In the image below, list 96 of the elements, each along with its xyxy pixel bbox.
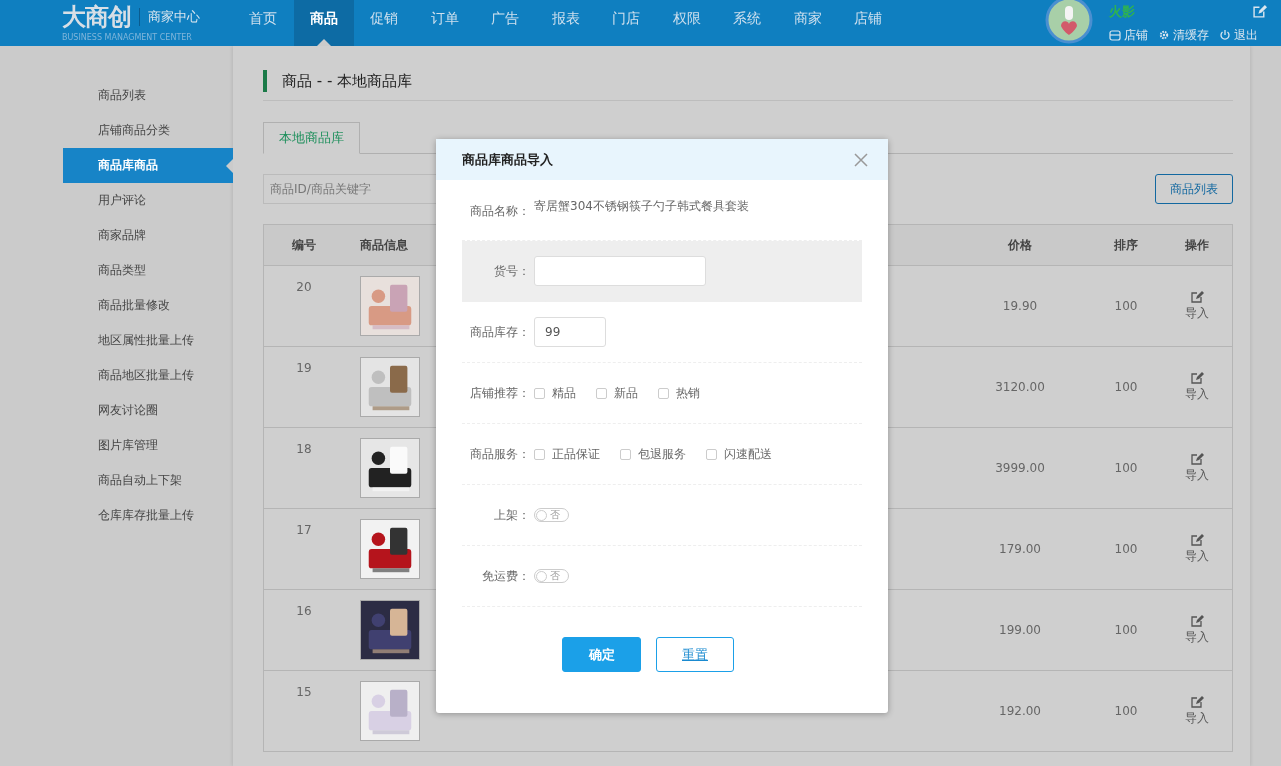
- column-header: 操作: [1185, 236, 1209, 254]
- sidebar-item[interactable]: 商品地区批量上传: [63, 358, 233, 393]
- sidebar-item[interactable]: 商家品牌: [63, 218, 233, 253]
- field-label: 商品库存：: [469, 323, 531, 341]
- edit-icon: [1190, 452, 1204, 465]
- table-cell: 19.90: [1002, 299, 1038, 313]
- store-icon: [1109, 29, 1121, 41]
- checkbox[interactable]: 闪速配送: [706, 445, 772, 463]
- tagline: BUSINESS MANAGMENT CENTER: [62, 32, 193, 42]
- nav-tab[interactable]: 商家: [777, 0, 838, 46]
- nav-tab[interactable]: 首页: [233, 0, 294, 46]
- table-cell: 18: [296, 442, 312, 456]
- table-cell: 16: [296, 604, 312, 618]
- table-cell: 19: [296, 361, 312, 375]
- table-cell: 3999.00: [995, 461, 1045, 475]
- checkbox[interactable]: 热销: [658, 384, 700, 402]
- header-link[interactable]: 店铺: [1109, 26, 1148, 44]
- table-cell: 192.00: [999, 704, 1041, 718]
- nav-tab[interactable]: 权限: [656, 0, 717, 46]
- table-cell: 100: [1114, 461, 1138, 475]
- sidebar-item[interactable]: 网友讨论圈: [63, 393, 233, 428]
- user-name: 火影: [1109, 2, 1135, 21]
- sidebar-item[interactable]: 商品库商品: [63, 148, 233, 183]
- import-link[interactable]: 导入: [1185, 371, 1209, 403]
- confirm-button[interactable]: 确定: [562, 637, 641, 672]
- edit-icon: [1190, 533, 1204, 546]
- sidebar-item[interactable]: 用户评论: [63, 183, 233, 218]
- import-link[interactable]: 导入: [1185, 290, 1209, 322]
- column-header: 价格: [1008, 236, 1032, 254]
- nav-tab[interactable]: 促销: [354, 0, 415, 46]
- import-link[interactable]: 导入: [1185, 452, 1209, 484]
- header-link[interactable]: 退出: [1219, 26, 1258, 44]
- sidebar-item[interactable]: 店铺商品分类: [63, 113, 233, 148]
- field-label: 商品名称：: [469, 203, 531, 220]
- field-label: 免运费：: [481, 567, 531, 585]
- input-field[interactable]: 99: [534, 317, 606, 347]
- edit-icon: [1190, 371, 1204, 384]
- table-cell: 199.00: [999, 623, 1041, 637]
- field-label: 货号：: [493, 262, 531, 280]
- edit-icon[interactable]: [1253, 5, 1267, 18]
- nav-tab[interactable]: 广告: [475, 0, 536, 46]
- power-icon: [1219, 29, 1231, 41]
- column-header: 排序: [1114, 236, 1138, 254]
- column-header: 编号: [292, 236, 316, 254]
- table-cell: 179.00: [999, 542, 1041, 556]
- table-cell: 3120.00: [995, 380, 1045, 394]
- nav-tab[interactable]: 报表: [535, 0, 596, 46]
- avatar: [1045, 0, 1093, 44]
- edit-icon: [1190, 695, 1204, 708]
- reset-button[interactable]: 重置: [656, 637, 734, 672]
- table-cell: 20: [296, 280, 312, 294]
- checkbox[interactable]: 正品保证: [534, 445, 600, 463]
- column-header: 商品信息: [360, 236, 408, 254]
- sidebar-item[interactable]: 仓库库存批量上传: [63, 498, 233, 533]
- page-title: 商品 - - 本地商品库: [282, 71, 413, 91]
- sidebar-item[interactable]: 地区属性批量上传: [63, 323, 233, 358]
- close-icon[interactable]: [854, 152, 868, 167]
- table-cell: 100: [1114, 542, 1138, 556]
- nav-tab[interactable]: 订单: [414, 0, 475, 46]
- checkbox[interactable]: 精品: [534, 384, 576, 402]
- table-cell: 100: [1114, 623, 1138, 637]
- tab[interactable]: 本地商品库: [263, 122, 360, 154]
- sidebar-item[interactable]: 商品列表: [63, 78, 233, 113]
- table-cell: 100: [1114, 380, 1138, 394]
- product-list-button[interactable]: 商品列表: [1155, 174, 1233, 204]
- import-link[interactable]: 导入: [1185, 533, 1209, 565]
- table-cell: 17: [296, 523, 312, 537]
- header-link[interactable]: 清缓存: [1158, 26, 1209, 44]
- product-name: 寄居蟹304不锈钢筷子勺子韩式餐具套装: [534, 198, 749, 215]
- sidebar-item[interactable]: 商品类型: [63, 253, 233, 288]
- nav-tab[interactable]: 系统: [717, 0, 778, 46]
- nav-tab[interactable]: 商品: [293, 0, 354, 46]
- edit-icon: [1190, 614, 1204, 627]
- toggle-switch[interactable]: 否: [534, 569, 569, 583]
- checkbox[interactable]: 包退服务: [620, 445, 686, 463]
- nav-tab[interactable]: 门店: [596, 0, 657, 46]
- gear-icon: [1158, 29, 1170, 41]
- edit-icon: [1190, 290, 1204, 303]
- import-link[interactable]: 导入: [1185, 614, 1209, 646]
- field-label: 店铺推荐：: [469, 384, 531, 402]
- input-field[interactable]: [534, 256, 706, 286]
- logo: 大商创: [62, 4, 131, 29]
- table-cell: 100: [1114, 704, 1138, 718]
- sidebar-item[interactable]: 商品批量修改: [63, 288, 233, 323]
- sidebar-item[interactable]: 商品自动上下架: [63, 463, 233, 498]
- import-link[interactable]: 导入: [1185, 695, 1209, 727]
- checkbox[interactable]: 新品: [596, 384, 638, 402]
- field-label: 商品服务：: [469, 445, 531, 463]
- field-label: 上架：: [493, 506, 531, 524]
- toggle-switch[interactable]: 否: [534, 508, 569, 522]
- logo-subtitle: 商家中心: [139, 7, 200, 26]
- dialog-title: 商品库商品导入: [462, 150, 553, 169]
- sidebar-item[interactable]: 图片库管理: [63, 428, 233, 463]
- table-cell: 15: [296, 685, 312, 699]
- table-cell: 100: [1114, 299, 1138, 313]
- nav-tab[interactable]: 店铺: [838, 0, 899, 46]
